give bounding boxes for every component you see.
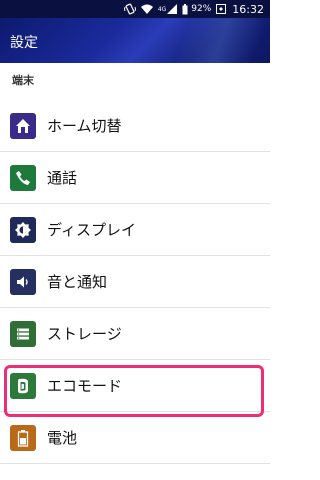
section-header-device: 端末 — [12, 74, 34, 87]
settings-item-label: 音と通知 — [47, 273, 108, 291]
battery-icon — [10, 424, 36, 451]
settings-item-label: ストレージ — [47, 325, 122, 343]
phone-icon — [10, 164, 36, 191]
status-clock: 16:32 — [232, 2, 264, 16]
settings-item-label: ディスプレイ — [47, 221, 136, 239]
settings-item-call[interactable]: 通話 — [0, 152, 270, 204]
network-type-label: 4G — [157, 5, 167, 13]
settings-item-eco-mode[interactable]: エコモード — [0, 360, 270, 412]
status-bar: 4G 92% 16:32 — [0, 0, 270, 18]
settings-item-sound-notification[interactable]: 音と通知 — [0, 256, 270, 308]
settings-item-display[interactable]: ディスプレイ — [0, 204, 270, 256]
settings-screen: 4G 92% 16:32 設定 端末 ホーム切替 通話 ディスプレイ 音と通知 … — [0, 0, 270, 480]
settings-item-home-switch[interactable]: ホーム切替 — [0, 100, 270, 152]
eco-icon — [10, 372, 36, 399]
wifi-icon — [140, 0, 153, 18]
app-bar: 設定 — [0, 18, 270, 63]
settings-item-label: エコモード — [47, 377, 123, 395]
settings-item-label: 通話 — [47, 169, 78, 187]
app-bar-decoration — [133, 18, 270, 63]
battery-level-icon — [182, 3, 188, 14]
vibrate-icon — [123, 0, 136, 18]
settings-item-storage[interactable]: ストレージ — [0, 308, 270, 360]
battery-status: 92% — [182, 0, 211, 18]
notification-icon — [216, 0, 227, 18]
battery-percent: 92% — [191, 4, 212, 14]
settings-item-battery[interactable]: 電池 — [0, 412, 270, 464]
settings-list: ホーム切替 通話 ディスプレイ 音と通知 ストレージ エコモード 電池 — [0, 100, 270, 464]
settings-item-label: ホーム切替 — [47, 117, 122, 135]
page-title: 設定 — [10, 35, 38, 51]
storage-icon — [10, 320, 36, 347]
home-icon — [10, 112, 36, 139]
cellular-signal-icon: 4G — [157, 0, 178, 18]
settings-item-label: 電池 — [47, 429, 78, 447]
brightness-icon — [10, 216, 36, 243]
speaker-icon — [10, 268, 36, 295]
